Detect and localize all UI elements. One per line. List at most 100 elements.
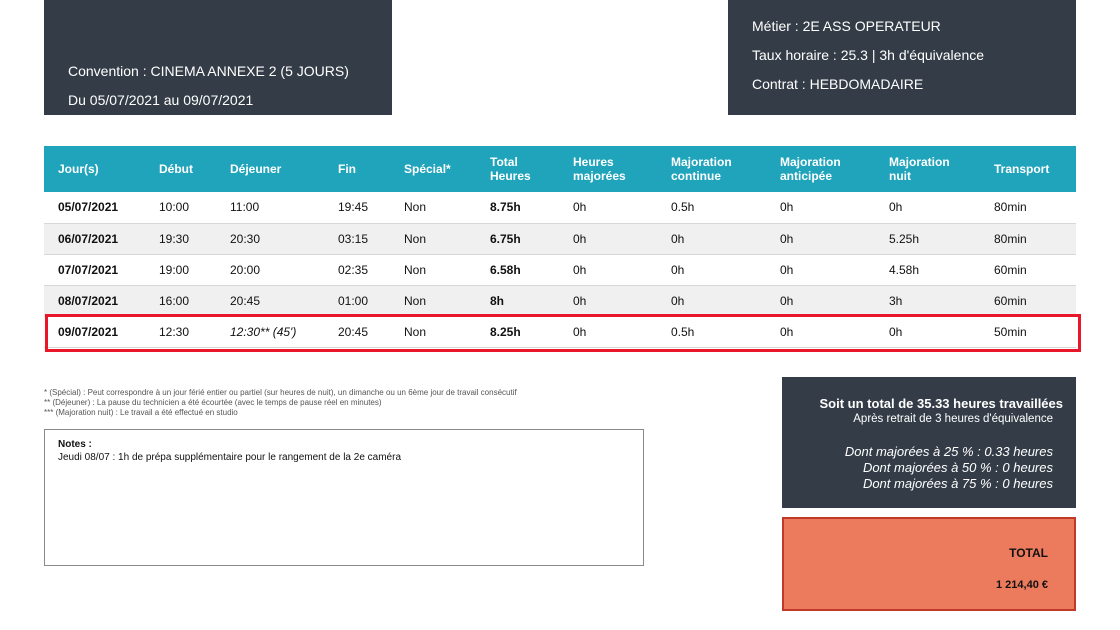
total-hours-line: Soit un total de 35.33 heures travaillée… bbox=[819, 396, 1063, 411]
table-cell: 80min bbox=[994, 200, 1027, 215]
table-cell: 0h bbox=[780, 231, 794, 246]
table-cell: 01:00 bbox=[338, 293, 369, 308]
table-cell: 0h bbox=[573, 293, 587, 308]
table-cell: Non bbox=[404, 231, 427, 246]
convention-label: Convention : CINEMA ANNEXE 2 (5 JOURS) bbox=[68, 63, 349, 79]
notes-text: Jeudi 08/07 : 1h de prépa supplémentaire… bbox=[58, 452, 402, 463]
table-cell: 6.75h bbox=[490, 231, 521, 246]
table-cell: 20:30 bbox=[230, 231, 261, 246]
column-header-line: continue bbox=[671, 169, 721, 183]
table-cell: 0h bbox=[573, 200, 587, 215]
contract-label: Contrat : HEBDOMADAIRE bbox=[752, 76, 924, 92]
table-row: 05/07/2021 10:00 11:00 19:45 Non 8.75h 0h 0.5h 0… bbox=[44, 192, 1076, 223]
column-header-line: nuit bbox=[889, 169, 911, 183]
table-header-row: Jour(s) Début Déjeuner Fin Spécial* Total Heur… bbox=[44, 146, 1076, 192]
column-header: Jour(s) bbox=[44, 146, 145, 192]
column-header-line: Déjeuner bbox=[230, 162, 282, 176]
table-cell: 0h bbox=[780, 262, 794, 277]
column-header: Majoration nuit bbox=[875, 146, 980, 192]
total-amount: 1 214,40 € bbox=[996, 579, 1048, 591]
table-cell: 20:45 bbox=[230, 293, 261, 308]
column-header: Déjeuner bbox=[216, 146, 324, 192]
table-cell: 03:15 bbox=[338, 231, 369, 246]
column-header: Transport bbox=[980, 146, 1076, 192]
table-cell: Non bbox=[404, 293, 427, 308]
column-header-line: Majoration bbox=[780, 155, 841, 169]
convention-panel: Convention : CINEMA ANNEXE 2 (5 JOURS) D… bbox=[44, 0, 392, 115]
total-amount-panel: TOTAL 1 214,40 € bbox=[782, 517, 1076, 611]
table-cell: 60min bbox=[994, 262, 1027, 277]
column-header-line: Majoration bbox=[889, 155, 950, 169]
column-header: Majoration continue bbox=[657, 146, 766, 192]
table-cell: 60min bbox=[994, 293, 1027, 308]
table-cell: 20:00 bbox=[230, 262, 261, 277]
column-header-line: Heures bbox=[573, 155, 614, 169]
table-cell: 4.58h bbox=[889, 262, 920, 277]
column-header-line: Jour(s) bbox=[58, 162, 99, 176]
table-cell: 05/07/2021 bbox=[58, 200, 119, 215]
table-cell: Non bbox=[404, 262, 427, 277]
hourly-rate-label: Taux horaire : 25.3 | 3h d'équivalence bbox=[752, 47, 985, 63]
footnote-dejeuner: ** (Déjeuner) : La pause du technicien a… bbox=[44, 398, 382, 407]
table-cell: 0.5h bbox=[671, 200, 695, 215]
table-cell: 07/07/2021 bbox=[58, 262, 119, 277]
table-cell: 0h bbox=[780, 200, 794, 215]
column-header: Début bbox=[145, 146, 216, 192]
column-header-line: anticipée bbox=[780, 169, 833, 183]
majoration-25-line: Dont majorées à 25 % : 0.33 heures bbox=[844, 444, 1053, 459]
majoration-50-line: Dont majorées à 50 % : 0 heures bbox=[862, 460, 1053, 475]
table-cell: 19:00 bbox=[159, 262, 190, 277]
table-cell: 8.75h bbox=[490, 200, 521, 215]
table-cell: 0h bbox=[671, 262, 685, 277]
table-cell: 6.58h bbox=[490, 262, 521, 277]
notes-title: Notes : bbox=[58, 439, 92, 450]
table-cell: 0h bbox=[671, 231, 685, 246]
column-header: Total Heures bbox=[476, 146, 559, 192]
job-info-panel: Métier : 2E ASS OPERATEUR Taux horaire :… bbox=[728, 0, 1076, 115]
table-cell: 0h bbox=[573, 231, 587, 246]
job-label: Métier : 2E ASS OPERATEUR bbox=[752, 18, 941, 34]
table-cell: 8h bbox=[490, 293, 505, 308]
table-cell: 06/07/2021 bbox=[58, 231, 119, 246]
table-cell: 19:30 bbox=[159, 231, 190, 246]
table-cell: 0h bbox=[889, 200, 903, 215]
column-header: Majoration anticipée bbox=[766, 146, 875, 192]
column-header-line: majorées bbox=[573, 169, 626, 183]
column-header: Heures majorées bbox=[559, 146, 657, 192]
table-cell: 0h bbox=[780, 293, 794, 308]
equivalence-line: Après retrait de 3 heures d'équivalence bbox=[853, 413, 1053, 425]
table-cell: 0h bbox=[573, 262, 587, 277]
table-cell: 10:00 bbox=[159, 200, 190, 215]
table-cell: 08/07/2021 bbox=[58, 293, 119, 308]
column-header-line: Heures bbox=[490, 169, 531, 183]
table-cell: Non bbox=[404, 200, 427, 215]
footnote-nuit: *** (Majoration nuit) : Le travail a été… bbox=[44, 408, 238, 417]
table-cell: 5.25h bbox=[889, 231, 920, 246]
period-label: Du 05/07/2021 au 09/07/2021 bbox=[68, 92, 254, 108]
table-cell: 11:00 bbox=[230, 200, 260, 215]
column-header-line: Spécial* bbox=[404, 162, 451, 176]
table-cell: 80min bbox=[994, 231, 1027, 246]
table-cell: 0h bbox=[671, 293, 685, 308]
column-header-line: Début bbox=[159, 162, 193, 176]
table-cell: 3h bbox=[889, 293, 903, 308]
table-row: 07/07/2021 19:00 20:00 02:35 Non 6.58h 0h 0h 0h 4… bbox=[44, 254, 1076, 285]
table-row: 06/07/2021 19:30 20:30 03:15 Non 6.75h 0h 0h 0h 5… bbox=[44, 223, 1076, 254]
footnote-special: * (Spécial) : Peut correspondre à un jou… bbox=[44, 388, 517, 397]
column-header-line: Total bbox=[490, 155, 518, 169]
table-cell: 19:45 bbox=[338, 200, 369, 215]
table-row: 08/07/2021 16:00 20:45 01:00 Non 8h 0h 0h 0h 3h 60… bbox=[44, 285, 1076, 316]
highlighted-row-outline bbox=[45, 314, 1081, 352]
column-header-line: Transport bbox=[994, 162, 1050, 176]
footnotes: * (Spécial) : Peut correspondre à un jou… bbox=[44, 388, 517, 418]
column-header: Spécial* bbox=[390, 146, 476, 192]
column-header-line: Fin bbox=[338, 162, 356, 176]
majoration-75-line: Dont majorées à 75 % : 0 heures bbox=[862, 476, 1053, 491]
total-label: TOTAL bbox=[1009, 546, 1048, 560]
column-header-line: Majoration bbox=[671, 155, 732, 169]
hours-summary-panel: Soit un total de 35.33 heures travaillée… bbox=[782, 377, 1076, 508]
table-cell: 16:00 bbox=[159, 293, 190, 308]
notes-box: Notes : Jeudi 08/07 : 1h de prépa supplé… bbox=[44, 429, 644, 566]
column-header: Fin bbox=[324, 146, 390, 192]
table-cell: 02:35 bbox=[338, 262, 369, 277]
